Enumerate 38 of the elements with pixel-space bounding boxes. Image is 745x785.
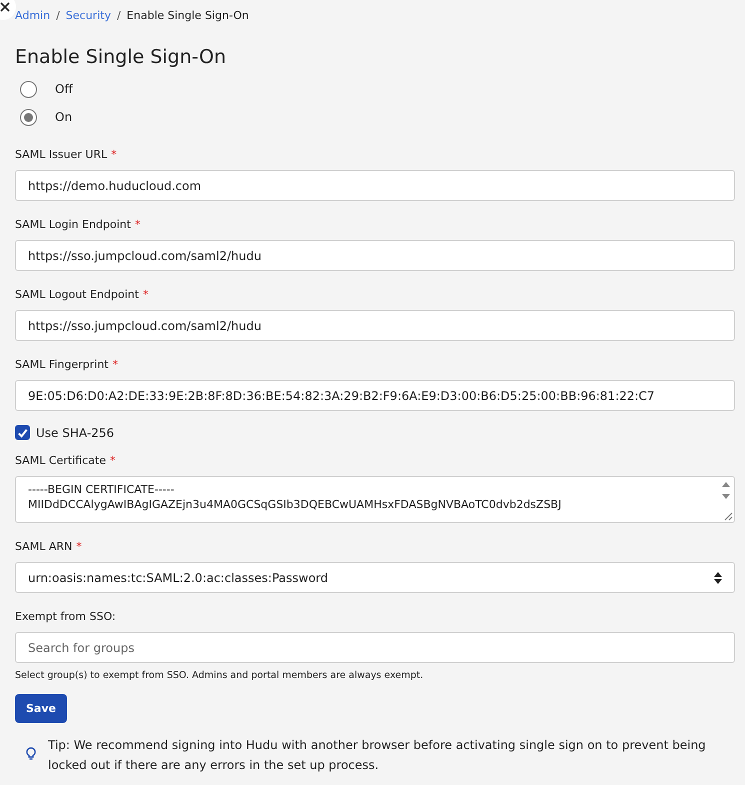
search-field[interactable]: Search for groups <box>15 632 735 663</box>
required-mark: * <box>111 148 117 161</box>
radio-button[interactable] <box>20 108 37 126</box>
sort-caret-icon <box>714 572 722 584</box>
radio-label: On <box>55 110 72 124</box>
input-field[interactable]: https://sso.jumpcloud.com/saml2/hudu <box>15 240 735 271</box>
required-mark: * <box>112 358 118 371</box>
field-label: SAML ARN <box>15 540 72 553</box>
required-mark: * <box>142 288 148 301</box>
input-field[interactable]: https://demo.huducloud.com <box>15 170 735 201</box>
breadcrumb-separator: / <box>116 9 121 22</box>
save-button[interactable]: Save <box>15 694 67 723</box>
resize-handle-icon[interactable] <box>724 512 733 521</box>
text-area[interactable]: -----BEGIN CERTIFICATE----- MIIDdDCCAlygAwIBAgIGAZEjn3u4MA0GCSqGSIb3DQEBCwUAMHsxFDASBgNVBAoTC0dvb2dsZSBJ <box>15 476 735 523</box>
select-field[interactable]: urn:oasis:names:tc:SAML:2.0:ac:classes:Password <box>15 562 735 593</box>
required-mark: * <box>134 218 140 231</box>
breadcrumb-separator: / <box>56 9 60 22</box>
page-title: Enable Single Sign-On <box>15 46 228 68</box>
help-text: Select group(s) to exempt from SSO. Admins and portal members are always exempt. <box>15 670 424 681</box>
radio-button[interactable] <box>20 80 37 98</box>
input-field[interactable]: https://sso.jumpcloud.com/saml2/hudu <box>15 310 735 341</box>
input-field[interactable]: 9E:05:D6:D0:A2:DE:33:9E:2B:8F:8D:36:BE:54:82:3A:29:B2:F9:6A:E9:D3:00:B6:D5:25:00:BB:96:81:22:C7 <box>15 380 735 411</box>
breadcrumb-link[interactable]: Admin <box>15 9 50 22</box>
breadcrumb-link[interactable]: Security <box>66 9 111 22</box>
tip-text: Tip: We recommend signing into Hudu with another browser before activating single sign on to prevent being locked out if there are any errors in the set up process. <box>48 737 707 774</box>
checkbox-label: Use SHA-256 <box>36 426 114 440</box>
field-label: SAML Fingerprint <box>15 358 108 371</box>
field-label: SAML Certificate <box>15 454 106 467</box>
field-label: SAML Issuer URL <box>15 148 108 161</box>
checkbox[interactable] <box>15 425 30 440</box>
required-mark: * <box>110 454 116 467</box>
required-mark: * <box>76 540 82 553</box>
breadcrumb-current: Enable Single Sign-On <box>126 9 249 22</box>
field-label: SAML Logout Endpoint <box>15 288 139 301</box>
lightbulb-icon <box>26 747 36 761</box>
field-label: SAML Login Endpoint <box>15 218 131 231</box>
field-label: Exempt from SSO: <box>15 610 116 623</box>
radio-label: Off <box>55 82 73 96</box>
